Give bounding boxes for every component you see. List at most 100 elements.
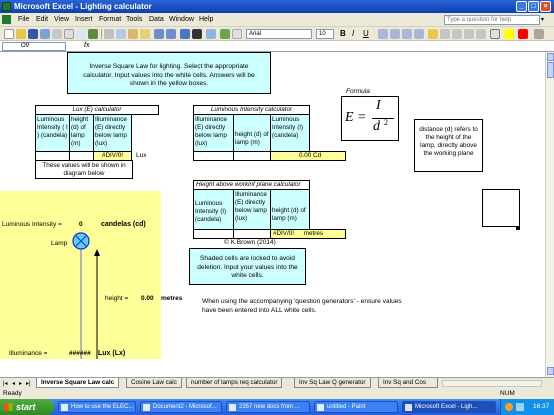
redo-icon[interactable] — [166, 29, 176, 39]
taskbar-item-label: Document2 - Microsof... — [153, 404, 217, 410]
menu-window[interactable]: Window — [169, 16, 194, 23]
align-left-icon[interactable] — [378, 29, 388, 39]
tab-prev-icon[interactable]: ◂ — [12, 380, 15, 387]
cut-icon[interactable] — [104, 29, 114, 39]
distance-note: distance (d) refers to the height of the… — [414, 119, 483, 172]
save-icon[interactable] — [28, 29, 38, 39]
paste-icon[interactable] — [128, 29, 138, 39]
intensity-header-height: height (d) of lamp (m) — [233, 114, 271, 152]
tab-inv-sq-q-generator[interactable]: Inv Sq Law Q generator — [294, 378, 371, 388]
email-icon[interactable] — [52, 29, 62, 39]
name-box[interactable]: O9 — [2, 42, 66, 51]
font-color-icon[interactable] — [518, 29, 528, 39]
paint-icon — [317, 404, 324, 411]
tab-last-icon[interactable]: ▸| — [26, 380, 31, 387]
open-icon[interactable] — [16, 29, 26, 39]
tray-network-icon[interactable] — [516, 403, 524, 411]
horizontal-scrollbar[interactable] — [442, 380, 542, 387]
clock: 16:37 — [533, 403, 550, 410]
box-handle — [516, 226, 520, 230]
fx-icon[interactable]: fx — [84, 42, 89, 49]
borders-icon[interactable] — [490, 29, 500, 39]
menu-file[interactable]: File — [18, 16, 29, 23]
undo-icon[interactable] — [154, 29, 164, 39]
formula-box: E = I d 2 — [341, 96, 399, 141]
menu-data[interactable]: Data — [149, 16, 164, 23]
intensity-result-unit: Cd — [313, 152, 322, 159]
lux-header-intensity: Luminous Intensity ( I ) (candela) — [35, 114, 70, 152]
scroll-down-icon[interactable] — [547, 367, 554, 375]
start-button[interactable]: start — [0, 399, 54, 415]
maximize-button[interactable]: □ — [528, 1, 539, 12]
format-painter-icon[interactable] — [140, 29, 150, 39]
intensity-input-height[interactable] — [233, 151, 271, 161]
tab-cosine-law[interactable]: Cosine Law calc — [126, 378, 182, 388]
copy-icon[interactable] — [116, 29, 126, 39]
spelling-icon[interactable] — [88, 29, 98, 39]
print-preview-icon[interactable] — [76, 29, 86, 39]
menu-format[interactable]: Format — [99, 16, 121, 23]
sort-icon[interactable] — [206, 29, 216, 39]
tab-inv-sq-and-cos[interactable]: Inv Sq and Cos — [378, 378, 438, 388]
permission-icon[interactable] — [40, 29, 50, 39]
formula-exponent: 2 — [384, 118, 388, 127]
taskbar-item-elec[interactable]: How to use the ELEC... — [58, 401, 136, 413]
diagram-height-label: height = — [105, 295, 129, 302]
align-right-icon[interactable] — [402, 29, 412, 39]
menu-tools[interactable]: Tools — [126, 16, 142, 23]
height-header-height: height (d) of lamp (m) — [270, 189, 310, 230]
menu-help[interactable]: Help — [199, 16, 213, 23]
print-icon[interactable] — [64, 29, 74, 39]
height-input-intensity[interactable] — [193, 229, 234, 239]
autosum-icon[interactable] — [192, 29, 202, 39]
tab-inverse-square[interactable]: Inverse Square Law calc — [36, 378, 120, 388]
height-arrow-up-icon — [94, 249, 100, 256]
align-center-icon[interactable] — [390, 29, 400, 39]
diagram-illuminance-value: ###### — [69, 350, 91, 357]
scroll-up-icon[interactable] — [547, 53, 554, 61]
help-search-input[interactable]: Type a question for help — [444, 15, 540, 25]
status-bar: Ready NUM — [0, 388, 554, 399]
taskbar-item-paint[interactable]: untitled - Paint — [314, 401, 398, 413]
lux-calc-note: These values will be shown in diagram be… — [35, 160, 133, 179]
new-icon[interactable] — [4, 29, 14, 39]
lux-header-illuminance: Illuminance (E) directly below lamp (lux… — [93, 114, 132, 152]
comma-icon[interactable] — [452, 29, 462, 39]
help-dropdown-icon[interactable]: ▾ — [541, 16, 544, 23]
tray-icon[interactable] — [505, 403, 513, 411]
menu-insert[interactable]: Insert — [75, 16, 93, 23]
font-select[interactable]: Arial — [246, 29, 312, 39]
vertical-scrollbar[interactable] — [545, 52, 554, 377]
fill-color-icon[interactable] — [504, 29, 514, 39]
taskbar-item-document2[interactable]: Document2 - Microsof... — [140, 401, 222, 413]
height-input-illuminance[interactable] — [233, 229, 271, 239]
close-button[interactable]: × — [540, 1, 551, 12]
zoom-icon[interactable] — [232, 29, 242, 39]
worksheet[interactable]: Inverse Square Law for lighting. Select … — [0, 52, 545, 377]
percent-icon[interactable] — [440, 29, 450, 39]
taskbar-item-excel[interactable]: Microsoft Excel - Ligh... — [402, 401, 496, 413]
font-size-select[interactable]: 10 — [316, 29, 334, 39]
toolbar-options-icon[interactable] — [534, 29, 544, 39]
height-header-illuminance: Illuminance (E) directly below lamp (lux… — [233, 189, 271, 230]
currency-icon[interactable] — [428, 29, 438, 39]
scroll-thumb[interactable] — [547, 62, 554, 78]
chart-wizard-icon[interactable] — [220, 29, 230, 39]
hyperlink-icon[interactable] — [180, 29, 190, 39]
underline-icon[interactable]: U — [363, 29, 369, 38]
merge-center-icon[interactable] — [414, 29, 424, 39]
diagram-illuminance-label: Illuminance = — [9, 350, 48, 357]
tab-number-of-lamps[interactable]: number of lamps req calculator — [186, 378, 283, 388]
increase-decimal-icon[interactable] — [464, 29, 474, 39]
decrease-indent-icon[interactable] — [476, 29, 486, 39]
lux-header-height: height (d) of lamp (m) — [69, 114, 94, 152]
italic-icon[interactable]: I — [352, 29, 354, 38]
taskbar-item-docs[interactable]: 2357 new docs from ... — [226, 401, 310, 413]
intensity-input-illuminance[interactable] — [193, 151, 234, 161]
menu-edit[interactable]: Edit — [36, 16, 48, 23]
minimize-button[interactable]: _ — [516, 1, 527, 12]
tab-first-icon[interactable]: |◂ — [3, 380, 8, 387]
bold-button[interactable]: B — [340, 29, 346, 38]
tab-next-icon[interactable]: ▸ — [19, 380, 22, 387]
menu-view[interactable]: View — [54, 16, 69, 23]
